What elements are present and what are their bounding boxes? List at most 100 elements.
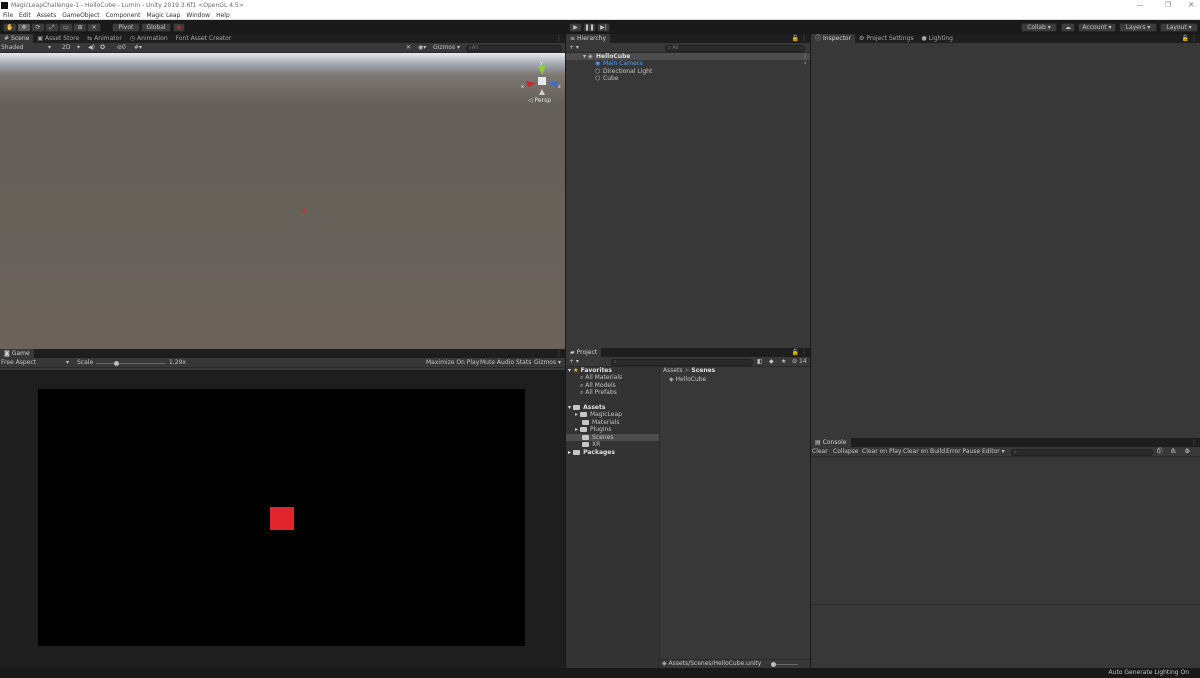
hand-tool-icon[interactable]: ✋: [3, 23, 17, 32]
scale-tool-icon[interactable]: ⤢: [45, 23, 59, 32]
ml-remote-icon[interactable]: ◈: [173, 23, 185, 32]
menu-window[interactable]: Window: [183, 12, 213, 19]
custom-tool-icon[interactable]: ✕: [87, 23, 101, 32]
menu-file[interactable]: File: [0, 12, 16, 19]
close-button[interactable]: ✕: [1178, 0, 1200, 11]
hierarchy-search-input[interactable]: ⌕ All: [665, 45, 805, 52]
hidden-objects-icon[interactable]: ⊘0: [117, 44, 126, 52]
gizmo-center[interactable]: [538, 77, 546, 85]
folder-scenes[interactable]: Scenes: [566, 434, 659, 441]
expand-arrow-icon[interactable]: ▾: [583, 53, 586, 60]
project-lock-icon[interactable]: 🔓 ⋮: [792, 348, 807, 357]
maximize-on-play-toggle[interactable]: Maximize On Play: [426, 359, 479, 367]
panel-menu-icon[interactable]: ⋮: [556, 34, 562, 43]
favorite-all-prefabs[interactable]: ⌕ All Prefabs: [580, 389, 617, 396]
favorites-row[interactable]: ▾ ★ Favorites: [568, 367, 612, 374]
console-collapse-button[interactable]: Collapse: [833, 448, 859, 456]
tools-icon[interactable]: ✕: [406, 44, 411, 52]
rotate-tool-icon[interactable]: ⟳: [31, 23, 45, 32]
hidden-packages-icon[interactable]: ⊘: [792, 358, 797, 366]
tab-hierarchy[interactable]: ≡ Hierarchy: [566, 34, 611, 43]
game-panel-menu-icon[interactable]: ⋮: [556, 349, 562, 358]
gizmo-y-axis[interactable]: [538, 65, 546, 75]
favorite-all-models[interactable]: ⌕ All Models: [580, 382, 616, 389]
pause-button[interactable]: ❚❚: [583, 23, 596, 32]
tab-animation[interactable]: ◷ Animation: [126, 34, 172, 43]
tab-game[interactable]: ◙ Game: [0, 349, 34, 358]
scene-search-input[interactable]: ⌕All: [466, 45, 562, 52]
folder-materials[interactable]: Materials: [582, 419, 620, 426]
tab-lighting[interactable]: ● Lighting: [917, 34, 957, 43]
cloud-icon[interactable]: ☁: [1061, 23, 1075, 32]
packages-row[interactable]: ▸ Packages: [568, 449, 615, 456]
layers-dropdown[interactable]: Layers ▾: [1119, 23, 1157, 32]
collab-button[interactable]: Collab ▾: [1021, 23, 1057, 32]
inspector-menu-icon[interactable]: 🔓 ⋮: [1182, 34, 1197, 43]
tab-asset-store[interactable]: ▣ Asset Store: [33, 34, 83, 43]
editor-dropdown[interactable]: Editor ▾: [982, 448, 1005, 456]
menu-edit[interactable]: Edit: [16, 12, 34, 19]
folder-magicleap[interactable]: ▸ MagicLeap: [575, 411, 622, 418]
hierarchy-lock-icon[interactable]: 🔓 ⋮: [792, 34, 807, 43]
scale-slider-thumb[interactable]: [113, 361, 119, 366]
tab-console[interactable]: ▤ Console: [811, 438, 851, 447]
menu-gameobject[interactable]: GameObject: [59, 12, 102, 19]
favorite-star-icon[interactable]: ★: [781, 358, 786, 366]
tab-animator[interactable]: ⇆ Animator: [83, 34, 126, 43]
play-button[interactable]: ▶: [569, 23, 582, 32]
rect-tool-icon[interactable]: ▭: [59, 23, 73, 32]
expand-arrow-icon[interactable]: ▸: [575, 411, 578, 418]
layout-dropdown[interactable]: Layout ▾: [1160, 23, 1198, 32]
folder-plugins[interactable]: ▸ Plugins: [575, 426, 611, 433]
console-search-input[interactable]: ⌕: [1011, 449, 1153, 456]
scene-gizmo[interactable]: y x z: [518, 59, 562, 99]
clear-on-play-button[interactable]: Clear on Play: [862, 448, 902, 456]
breadcrumb-assets[interactable]: Assets: [663, 367, 683, 374]
pivot-toggle[interactable]: Pivot: [112, 23, 140, 32]
console-detail-divider[interactable]: [811, 604, 1200, 605]
search-by-type-icon[interactable]: ◧: [757, 358, 763, 366]
stats-toggle[interactable]: Stats: [516, 359, 531, 367]
move-tool-icon[interactable]: ✥: [17, 23, 31, 32]
effects-toggle-icon[interactable]: ✪: [100, 44, 105, 52]
shading-arrow-icon[interactable]: ▾: [48, 44, 51, 52]
aspect-arrow-icon[interactable]: ▾: [66, 359, 69, 367]
tab-font-asset-creator[interactable]: Font Asset Creator: [172, 34, 236, 43]
persp-label[interactable]: ◁ Persp: [528, 97, 551, 104]
error-pause-button[interactable]: Error Pause: [946, 448, 980, 456]
breadcrumb-scenes[interactable]: Scenes: [691, 367, 715, 374]
gizmo-x-axis[interactable]: [526, 81, 536, 87]
menu-component[interactable]: Component: [103, 12, 144, 19]
scene-menu-icon[interactable]: ⋮: [802, 53, 808, 60]
tab-inspector[interactable]: ⓘ Inspector: [811, 34, 856, 43]
expand-arrow-icon[interactable]: ▸: [575, 426, 578, 433]
prefab-arrow-icon[interactable]: ›: [804, 60, 806, 67]
expand-arrow-icon[interactable]: ▾: [568, 404, 571, 411]
console-clear-button[interactable]: Clear: [812, 448, 828, 456]
scene-cube[interactable]: [301, 209, 305, 212]
aspect-dropdown[interactable]: Free Aspect: [1, 359, 36, 367]
camera-icon[interactable]: ◉▾: [418, 44, 426, 52]
step-button[interactable]: ▶|: [597, 23, 610, 32]
project-add-button[interactable]: + ▾: [569, 358, 579, 366]
shading-dropdown[interactable]: Shaded: [1, 44, 24, 52]
gizmos-dropdown[interactable]: Gizmos ▾: [433, 44, 460, 52]
scene-viewport[interactable]: y x z ◁ Persp: [0, 53, 565, 349]
tab-project-settings[interactable]: ⚙ Project Settings: [855, 34, 917, 43]
twod-toggle[interactable]: 2D: [62, 44, 70, 52]
console-menu-icon[interactable]: ⋮: [1191, 438, 1197, 447]
folder-xr[interactable]: XR: [582, 441, 600, 448]
scale-slider-track[interactable]: [96, 363, 166, 364]
minimize-button[interactable]: —: [1127, 0, 1153, 11]
gizmo-neg-y-axis[interactable]: [539, 89, 545, 95]
game-canvas[interactable]: [38, 389, 525, 646]
hierarchy-add-button[interactable]: + ▾: [569, 44, 579, 52]
search-by-label-icon[interactable]: ◆: [769, 358, 774, 366]
game-gizmos-dropdown[interactable]: Gizmos ▾: [534, 359, 561, 367]
assets-root-row[interactable]: ▾ Assets: [568, 404, 605, 411]
grid-toggle-icon[interactable]: #▾: [134, 44, 142, 52]
icon-size-slider-track[interactable]: [773, 664, 798, 665]
audio-toggle-icon[interactable]: ◀): [88, 44, 95, 52]
project-file-hellocube[interactable]: ◈ HelloCube: [669, 376, 706, 383]
expand-arrow-icon[interactable]: ▸: [568, 449, 571, 456]
